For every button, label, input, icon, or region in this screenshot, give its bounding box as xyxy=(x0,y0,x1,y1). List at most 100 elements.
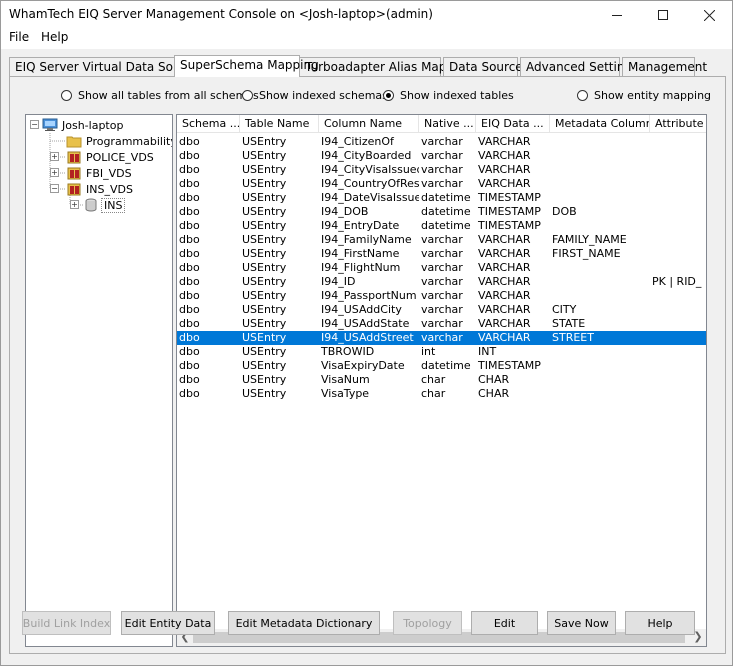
table-row[interactable]: dbo USEntry TBROWID int INT xyxy=(177,345,706,359)
table-row[interactable]: dbo USEntry I94_FirstName varchar VARCHAR FIR… xyxy=(177,247,706,261)
table-row[interactable]: dbo USEntry I94_DOB datetime TIMESTAMP DOB xyxy=(177,205,706,219)
tab-eiq-server-virtual-data-sources[interactable]: EIQ Server Virtual Data Sources xyxy=(9,57,206,76)
radio-label: Show all tables from all schemas xyxy=(78,89,259,102)
cell-column-name: I94_USAddCity xyxy=(321,303,402,316)
table-row[interactable]: dbo USEntry I94_ID varchar VARCHAR PK | RID_ xyxy=(177,275,706,289)
tree-node-ins-vds[interactable]: INS_VDS xyxy=(66,181,133,197)
radio-label: Show indexed tables xyxy=(400,89,514,102)
minimize-button[interactable] xyxy=(594,1,640,29)
mapping-grid[interactable]: Schema ... Table Name Column Name Native… xyxy=(176,114,707,647)
help-button[interactable]: Help xyxy=(625,611,695,635)
cell-table-name: USEntry xyxy=(242,331,287,344)
cell-table-name: USEntry xyxy=(242,177,287,190)
cell-attribute xyxy=(650,219,706,233)
radio-show-entity-mapping[interactable]: Show entity mapping xyxy=(577,89,711,102)
table-row[interactable]: dbo USEntry I94_CityBoarded varchar VARCHAR xyxy=(177,149,706,163)
cell-schema: dbo xyxy=(179,345,200,358)
tree-expand-ins-db[interactable]: + xyxy=(70,200,79,209)
table-row[interactable]: dbo USEntry I94_CountryOfRes varchar VARCHAR xyxy=(177,177,706,191)
cell-schema: dbo xyxy=(179,205,200,218)
table-row[interactable]: dbo USEntry I94_CityVisaIssued varchar VARCH… xyxy=(177,163,706,177)
table-row[interactable]: dbo USEntry I94_USAddState varchar VARCHAR ST… xyxy=(177,317,706,331)
table-row[interactable]: dbo USEntry I94_DateVisaIssued datetime TIME… xyxy=(177,191,706,205)
tab-turboadapter-alias-mapping[interactable]: Turboadapter Alias Mapping xyxy=(299,57,473,76)
cell-schema: dbo xyxy=(179,387,200,400)
col-header-native-type[interactable]: Native ... xyxy=(419,115,476,133)
cell-eiq-data-type: VARCHAR xyxy=(478,163,531,176)
minimize-icon xyxy=(612,14,622,16)
table-row[interactable]: dbo USEntry I94_CitizenOf varchar VARCHAR xyxy=(177,135,706,149)
col-header-metadata-column[interactable]: Metadata Column xyxy=(550,115,650,133)
table-row[interactable]: dbo USEntry I94_PassportNum varchar VARCHAR xyxy=(177,289,706,303)
maximize-icon xyxy=(658,10,668,20)
cell-table-name: USEntry xyxy=(242,359,287,372)
tree-node-ins-db[interactable]: INS xyxy=(84,197,126,213)
cell-eiq-data-type: VARCHAR xyxy=(478,317,531,330)
cell-schema: dbo xyxy=(179,177,200,190)
cell-native-type: varchar xyxy=(421,177,463,190)
col-header-eiq-data-type[interactable]: EIQ Data ... xyxy=(476,115,550,133)
cell-eiq-data-type: VARCHAR xyxy=(478,247,531,260)
tab-advanced-settings[interactable]: Advanced Settings xyxy=(520,57,638,76)
tab-data-sources[interactable]: Data Sources xyxy=(443,57,529,76)
cell-table-name: USEntry xyxy=(242,261,287,274)
main-window: WhamTech EIQ Server Management Console o… xyxy=(0,0,733,666)
col-header-table-name[interactable]: Table Name xyxy=(240,115,319,133)
close-button[interactable] xyxy=(686,1,732,29)
grid-body: dbo USEntry I94_CitizenOf varchar VARCHAR dbo… xyxy=(177,135,706,401)
cell-schema: dbo xyxy=(179,317,200,330)
radio-show-indexed-tables[interactable]: Show indexed tables xyxy=(383,89,514,102)
table-row[interactable]: dbo USEntry I94_FamilyName varchar VARCHAR FA… xyxy=(177,233,706,247)
tree-node-root[interactable]: Josh-laptop xyxy=(42,117,123,133)
cell-eiq-data-type: TIMESTAMP xyxy=(478,191,541,204)
cell-schema: dbo xyxy=(179,373,200,386)
col-header-column-name[interactable]: Column Name xyxy=(319,115,419,133)
cell-attribute xyxy=(650,359,706,373)
build-link-index-button[interactable]: Build Link Index xyxy=(22,611,111,635)
cell-column-name: I94_EntryDate xyxy=(321,219,400,232)
edit-metadata-dictionary-button[interactable]: Edit Metadata Dictionary xyxy=(228,611,380,635)
tree-node-fbi-vds[interactable]: FBI_VDS xyxy=(66,165,132,181)
edit-entity-data-button[interactable]: Edit Entity Data xyxy=(121,611,215,635)
window-title: WhamTech EIQ Server Management Console o… xyxy=(9,7,433,21)
cell-table-name: USEntry xyxy=(242,345,287,358)
maximize-button[interactable] xyxy=(640,1,686,29)
table-row[interactable]: dbo USEntry VisaNum char CHAR xyxy=(177,373,706,387)
tree-collapse-ins[interactable]: − xyxy=(50,184,59,193)
cell-column-name: I94_USAddStreet xyxy=(321,331,414,344)
menu-file[interactable]: File xyxy=(7,30,31,44)
col-header-schema[interactable]: Schema ... xyxy=(177,115,240,133)
cell-schema: dbo xyxy=(179,275,200,288)
tree-node-programmability[interactable]: Programmability xyxy=(66,133,172,149)
radio-show-indexed-schemas[interactable]: Show indexed schemas xyxy=(242,89,388,102)
col-header-attribute[interactable]: Attribute xyxy=(650,115,706,133)
cell-metadata-column: CITY xyxy=(552,303,577,316)
cell-column-name: I94_PassportNum xyxy=(321,289,417,302)
tree-expand-fbi[interactable]: + xyxy=(50,168,59,177)
cell-eiq-data-type: VARCHAR xyxy=(478,331,531,344)
grid-header: Schema ... Table Name Column Name Native… xyxy=(177,115,706,133)
save-now-button[interactable]: Save Now xyxy=(547,611,616,635)
tab-superschema-mapping[interactable]: SuperSchema Mapping xyxy=(174,55,319,77)
tree-node-police-vds[interactable]: POLICE_VDS xyxy=(66,149,154,165)
tree-collapse-root[interactable]: − xyxy=(30,120,39,129)
table-row[interactable]: dbo USEntry I94_USAddCity varchar VARCHAR CIT… xyxy=(177,303,706,317)
table-row[interactable]: dbo USEntry I94_USAddStreet varchar VARCHAR S… xyxy=(177,331,706,345)
edit-button[interactable]: Edit xyxy=(471,611,538,635)
table-row[interactable]: dbo USEntry VisaType char CHAR xyxy=(177,387,706,401)
table-row[interactable]: dbo USEntry I94_FlightNum varchar VARCHAR xyxy=(177,261,706,275)
radio-show-all-tables[interactable]: Show all tables from all schemas xyxy=(61,89,259,102)
tree-label-ins-vds: INS_VDS xyxy=(86,182,133,196)
cell-eiq-data-type: VARCHAR xyxy=(478,261,531,274)
cell-attribute xyxy=(650,149,706,163)
topology-button[interactable]: Topology xyxy=(393,611,462,635)
cell-metadata-column xyxy=(550,359,650,373)
cell-metadata-column xyxy=(550,177,650,191)
table-row[interactable]: dbo USEntry VisaExpiryDate datetime TIMESTAM… xyxy=(177,359,706,373)
menu-help[interactable]: Help xyxy=(39,30,70,44)
tab-management[interactable]: Management xyxy=(622,57,707,76)
table-row[interactable]: dbo USEntry I94_EntryDate datetime TIMESTAMP xyxy=(177,219,706,233)
cell-native-type: varchar xyxy=(421,149,463,162)
tree-expand-police[interactable]: + xyxy=(50,152,59,161)
server-tree[interactable]: − Josh-laptop Programmability + POLICE_V… xyxy=(25,114,173,647)
